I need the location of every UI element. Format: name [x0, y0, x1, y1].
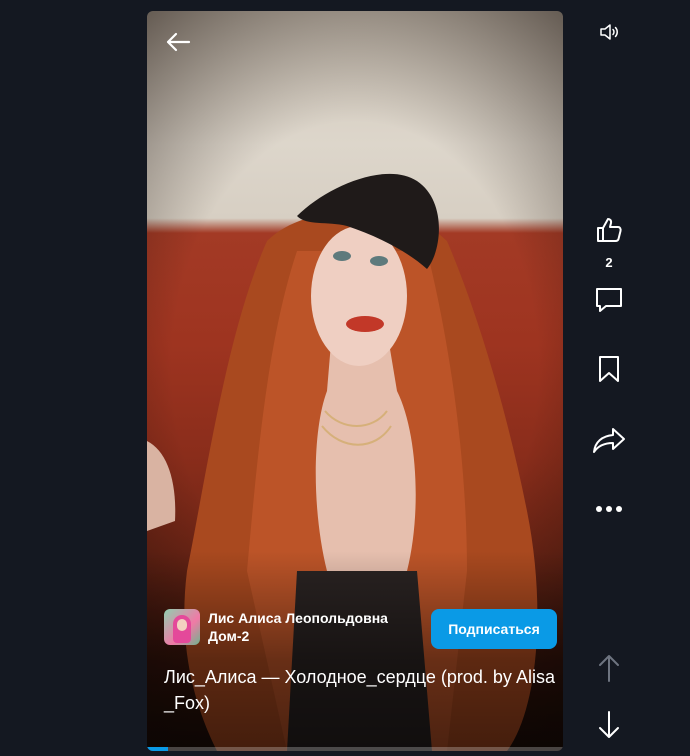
avatar[interactable] [164, 609, 200, 645]
more-icon [596, 506, 622, 512]
bookmark-button[interactable] [590, 350, 628, 388]
like-icon [597, 218, 622, 242]
author-block[interactable]: Лис Алиса Леопольдовна Дом-2 [164, 609, 388, 645]
author-channel[interactable]: Дом-2 [208, 627, 388, 645]
share-button[interactable] [590, 421, 628, 459]
volume-button[interactable] [590, 13, 628, 51]
video-player[interactable]: Лис Алиса Леопольдовна Дом-2 Подписаться… [147, 11, 563, 751]
subscribe-button[interactable]: Подписаться [431, 609, 557, 649]
author-name[interactable]: Лис Алиса Леопольдовна [208, 609, 388, 627]
like-count: 2 [605, 255, 613, 270]
video-caption: Лис_Алиса — Холодное_сердце (prod. by Al… [164, 667, 555, 713]
comment-button[interactable] [590, 281, 628, 319]
volume-icon [600, 24, 618, 40]
back-button[interactable] [163, 27, 193, 57]
progress-fill [147, 747, 168, 751]
more-button[interactable] [590, 490, 628, 528]
arrow-up-icon [599, 655, 619, 682]
comment-icon [596, 288, 622, 312]
next-video-button[interactable] [590, 706, 628, 744]
arrow-left-icon [166, 32, 191, 52]
like-button[interactable] [590, 211, 628, 249]
caption-gradient [147, 551, 563, 751]
share-icon [593, 428, 625, 453]
bookmark-icon [599, 356, 619, 382]
previous-video-button[interactable] [590, 649, 628, 687]
progress-bar[interactable] [147, 747, 563, 751]
arrow-down-icon [599, 711, 619, 738]
